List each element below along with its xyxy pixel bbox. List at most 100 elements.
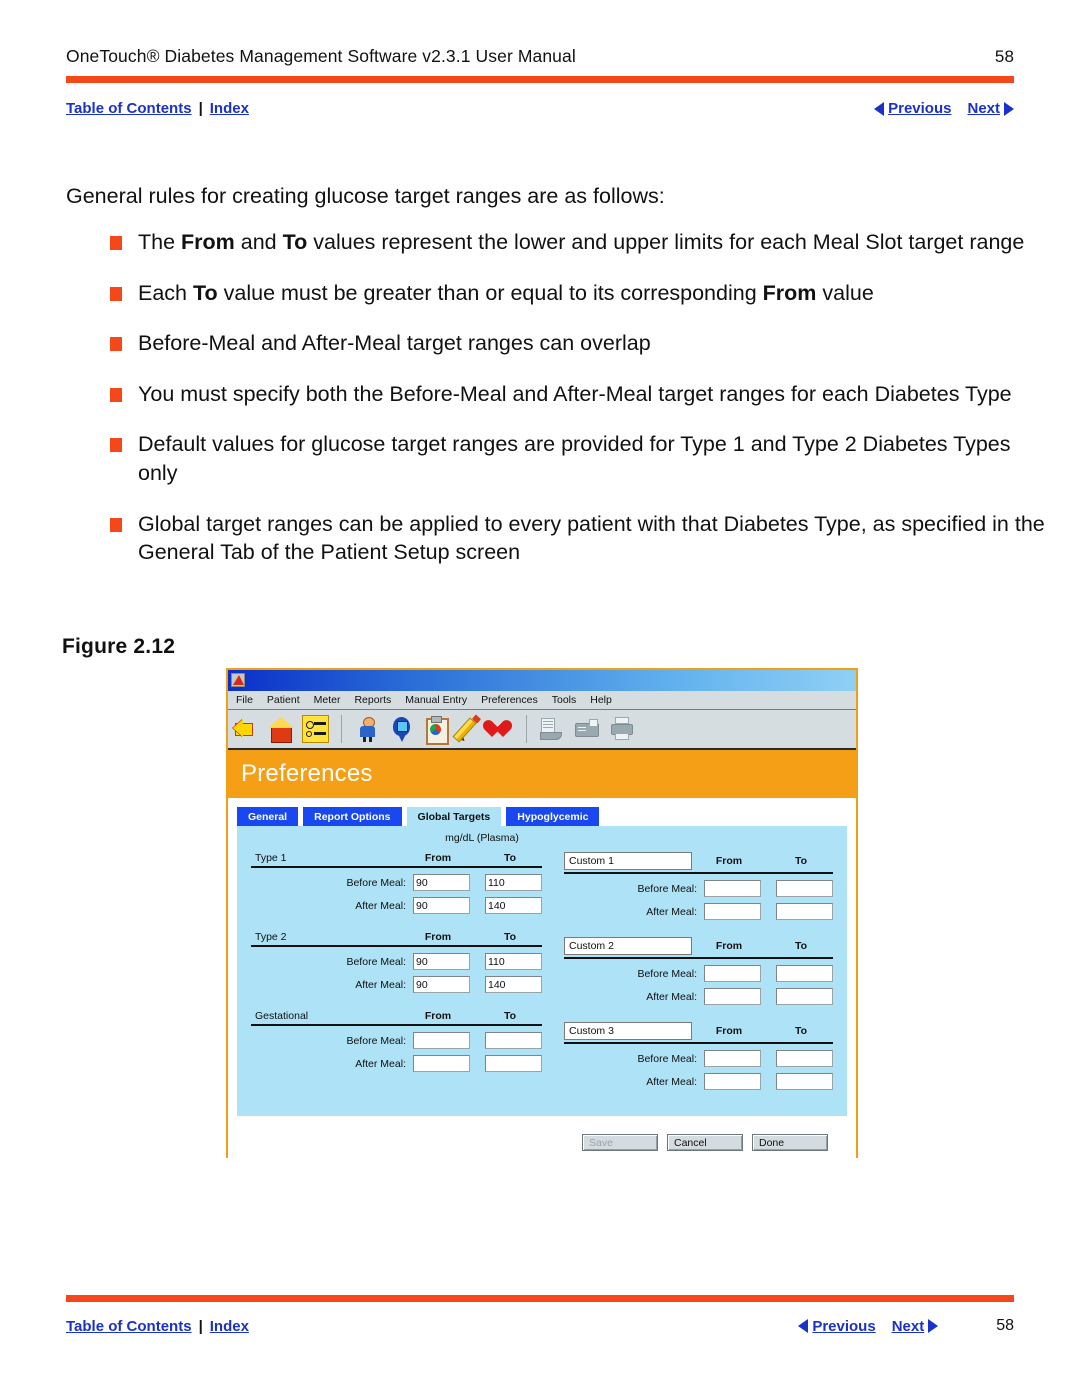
bullet-square-icon [110, 286, 122, 301]
target-group-header: Type 1 From To [251, 852, 542, 868]
custom-2-after-meal-from-input[interactable] [704, 988, 761, 1005]
previous-link-top[interactable]: Previous [874, 100, 951, 117]
target-group-header: Type 2 From To [251, 931, 542, 947]
row-label-after-meal: After Meal: [355, 899, 406, 912]
type-2-before-meal-from-input[interactable]: 90 [413, 953, 470, 970]
intro-paragraph: General rules for creating glucose targe… [66, 184, 665, 208]
manual-entry-pencil-icon[interactable] [456, 714, 483, 743]
group-name-input-custom-2[interactable]: Custom 2 [564, 937, 692, 955]
target-row-after-meal: After Meal: [564, 988, 833, 1005]
preferences-panel: General Report Options Global Targets Hypog… [228, 798, 856, 1162]
rule-bullet-item: The From and To values represent the low… [66, 228, 1046, 257]
menu-item-manual-entry[interactable]: Manual Entry [405, 694, 467, 706]
row-label-after-meal: After Meal: [646, 1075, 697, 1088]
custom-3-before-meal-from-input[interactable] [704, 1050, 761, 1067]
type-2-before-meal-to-input[interactable]: 110 [485, 953, 542, 970]
tab-report-options[interactable]: Report Options [303, 807, 402, 826]
custom-3-before-meal-to-input[interactable] [776, 1050, 833, 1067]
column-header-from: From [424, 931, 452, 943]
row-label-after-meal: After Meal: [355, 1057, 406, 1070]
row-label-before-meal: Before Meal: [637, 967, 697, 980]
done-button[interactable]: Done [752, 1134, 828, 1151]
index-link-top[interactable]: Index [210, 100, 249, 117]
preferences-tabstrip: General Report Options Global Targets Hypog… [237, 806, 847, 826]
manual-title-text: OneTouch® Diabetes Management Software v… [66, 46, 576, 66]
bullet-square-icon [110, 438, 122, 453]
table-of-contents-link-top[interactable]: Table of Contents [66, 100, 192, 117]
tab-general[interactable]: General [237, 807, 299, 826]
global-targets-tab-body: mg/dL (Plasma) Type 1 From To Before Meal: 9… [237, 826, 847, 1116]
custom-3-after-meal-to-input[interactable] [776, 1073, 833, 1090]
bottom-navigation: Table of Contents | Index Previous Next … [66, 1317, 1014, 1335]
menu-item-help[interactable]: Help [590, 694, 612, 706]
custom-1-before-meal-from-input[interactable] [704, 880, 761, 897]
group-name-input-custom-1[interactable]: Custom 1 [564, 852, 692, 870]
rule-bullet-text: Global target ranges can be applied to e… [138, 511, 1045, 565]
type-2-after-meal-from-input[interactable]: 90 [413, 976, 470, 993]
type-1-after-meal-to-input[interactable]: 140 [485, 897, 542, 914]
reports-clipboard-icon[interactable] [422, 715, 449, 745]
custom-1-after-meal-to-input[interactable] [776, 903, 833, 920]
column-header-from: From [424, 1010, 452, 1022]
cancel-button[interactable]: Cancel [667, 1134, 743, 1151]
target-group-type-1: Type 1 From To Before Meal: 90 110 After Meal:… [251, 852, 542, 914]
menu-item-patient[interactable]: Patient [267, 694, 300, 706]
gestational-before-meal-to-input[interactable] [485, 1032, 542, 1049]
nav-separator-bottom: | [198, 1317, 203, 1335]
rule-bullet-text: Before-Meal and After-Meal target ranges… [138, 331, 651, 356]
person-icon[interactable] [354, 715, 381, 743]
rules-bullet-list: The From and To values represent the low… [66, 228, 1046, 589]
next-arrow-icon [1004, 101, 1014, 116]
gestational-after-meal-from-input[interactable] [413, 1055, 470, 1072]
type-1-after-meal-from-input[interactable]: 90 [413, 897, 470, 914]
target-row-before-meal: Before Meal: 90 110 [251, 874, 542, 891]
menu-item-tools[interactable]: Tools [552, 694, 577, 706]
page-header: OneTouch® Diabetes Management Software v… [66, 46, 1014, 83]
app-toolbar [228, 710, 856, 750]
target-row-after-meal: After Meal: [251, 1055, 542, 1072]
tab-global-targets[interactable]: Global Targets [406, 807, 502, 826]
type-1-before-meal-from-input[interactable]: 90 [413, 874, 470, 891]
column-header-from: From [424, 852, 452, 864]
top-navigation: Table of Contents | Index Previous Next [66, 100, 1014, 117]
type-1-before-meal-to-input[interactable]: 110 [485, 874, 542, 891]
tab-hypoglycemic[interactable]: Hypoglycemic [506, 807, 600, 826]
previous-link-bottom[interactable]: Previous [798, 1318, 876, 1335]
next-arrow-icon-bottom [928, 1319, 939, 1333]
index-link-bottom[interactable]: Index [210, 1318, 249, 1335]
back-arrow-icon[interactable] [234, 715, 261, 743]
app-title-bar [228, 670, 856, 691]
custom-2-after-meal-to-input[interactable] [776, 988, 833, 1005]
menu-item-reports[interactable]: Reports [354, 694, 391, 706]
next-link-top[interactable]: Next [967, 100, 1014, 117]
custom-3-after-meal-from-input[interactable] [704, 1073, 761, 1090]
next-link-bottom[interactable]: Next [892, 1318, 939, 1335]
target-row-after-meal: After Meal: [564, 1073, 833, 1090]
row-label-before-meal: Before Meal: [637, 882, 697, 895]
glucose-meter-icon[interactable] [388, 715, 415, 743]
menu-item-file[interactable]: File [236, 694, 253, 706]
target-group-header: Custom 2 From To [564, 937, 833, 959]
group-name-label-type-2: Type 2 [255, 931, 287, 943]
target-group-header: Custom 3 From To [564, 1022, 833, 1044]
group-name-label-gestational: Gestational [255, 1010, 309, 1022]
app-logo-icon [231, 673, 245, 687]
type-2-after-meal-to-input[interactable]: 140 [485, 976, 542, 993]
menu-item-preferences[interactable]: Preferences [481, 694, 538, 706]
target-group-type-2: Type 2 From To Before Meal: 90 110 After Meal:… [251, 931, 542, 993]
target-row-before-meal: Before Meal: 90 110 [251, 953, 542, 970]
custom-1-before-meal-to-input[interactable] [776, 880, 833, 897]
gestational-before-meal-from-input[interactable] [413, 1032, 470, 1049]
gestational-after-meal-to-input[interactable] [485, 1055, 542, 1072]
patient-list-icon[interactable] [302, 715, 329, 743]
custom-2-before-meal-to-input[interactable] [776, 965, 833, 982]
rule-bullet-text: You must specify both the Before-Meal an… [138, 381, 1012, 406]
custom-1-after-meal-from-input[interactable] [704, 903, 761, 920]
menu-item-meter[interactable]: Meter [314, 694, 341, 706]
table-of-contents-link-bottom[interactable]: Table of Contents [66, 1318, 192, 1335]
heart-icon[interactable] [490, 715, 514, 743]
units-label: mg/dL (Plasma) [445, 832, 519, 844]
custom-2-before-meal-from-input[interactable] [704, 965, 761, 982]
group-name-input-custom-3[interactable]: Custom 3 [564, 1022, 692, 1040]
home-house-icon[interactable] [268, 715, 295, 743]
